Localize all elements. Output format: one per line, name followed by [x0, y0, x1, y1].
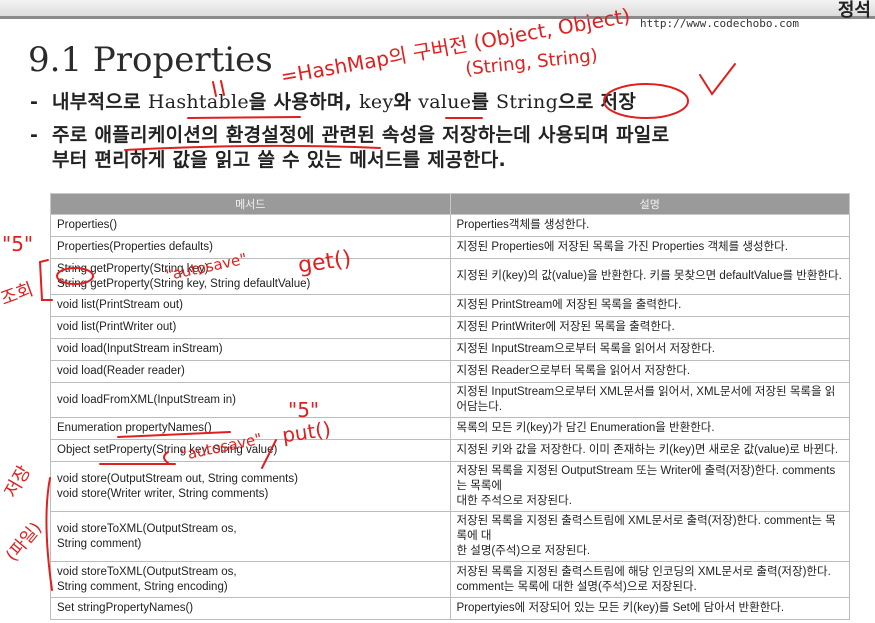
- table-row: Set stringPropertyNames() Propertyies에 저장…: [50, 597, 850, 620]
- corner-title: 정석: [837, 0, 871, 21]
- table-row: Properties(Properties defaults) 지정된 Prope…: [50, 236, 850, 259]
- description-cell: Propertyies에 저장되어 있는 모든 키(key)를 Set에 담아서…: [449, 597, 850, 620]
- bullet-dash: -: [30, 91, 39, 113]
- method-signature: void store(Writer writer, String comment…: [57, 487, 269, 500]
- column-header-method: 메서드: [50, 193, 451, 215]
- table-row: void list(PrintWriter out) 지정된 PrintWrite…: [50, 316, 850, 339]
- method-signature: void loadFromXML(InputStream in): [57, 393, 236, 406]
- table-row: Properties() Properties객체를 생성한다.: [50, 214, 850, 237]
- bullet-text: 주로 애플리케이션의 환경설정에 관련된 속성을 저장하는데 사용되며 파일로: [52, 124, 670, 146]
- table-row: void loadFromXML(InputStream in) 지정된 Inpu…: [50, 382, 850, 418]
- method-description: 지정된 키와 값을 저장한다. 이미 존재하는 키(key)면 새로운 값(va…: [456, 444, 839, 456]
- method-description: comment는 목록에 대한 설명(주석)으로 저장된다.: [456, 580, 697, 593]
- method-signature: Properties(Properties defaults): [57, 241, 213, 253]
- bullet-item: - 주로 애플리케이션의 환경설정에 관련된 속성을 저장하는데 사용되며 파일로…: [30, 123, 875, 173]
- description-cell: Properties객체를 생성한다.: [449, 214, 850, 237]
- method-signature: void load(Reader reader): [57, 365, 185, 377]
- bullet-item: - 내부적으로 Hashtable을 사용하며, key와 value를 Stri…: [30, 90, 875, 115]
- source-url: http://www.codechobo.com: [640, 17, 799, 30]
- description-cell: 지정된 Properties에 저장된 목록을 가진 Properties 객체…: [449, 236, 850, 259]
- bullet-text: 을 사용하며,: [248, 91, 360, 113]
- method-description: 저장된 목록을 지정된 출력스트림에 XML문서로 출력(저장)한다. comm…: [456, 515, 836, 542]
- method-signature: String getProperty(String key, String de…: [57, 277, 311, 290]
- method-signature: void list(PrintWriter out): [57, 321, 177, 333]
- description-cell: 지정된 InputStream으로부터 목록을 읽어서 저장한다.: [449, 338, 850, 361]
- method-description: 목록의 모든 키(key)가 담긴 Enumeration을 반환한다.: [456, 422, 715, 434]
- method-cell: String getProperty(String key) String get…: [50, 258, 451, 295]
- method-signature: void load(InputStream inStream): [57, 343, 223, 355]
- bullet-text: 를: [471, 91, 497, 113]
- description-cell: 지정된 키(key)의 값(value)을 반환한다. 키를 못찾으면 defa…: [449, 258, 850, 295]
- method-description: 지정된 PrintStream에 저장된 목록을 출력한다.: [456, 299, 682, 311]
- method-description: 대한 주석으로 저장된다.: [456, 495, 572, 507]
- handwritten-note: (파일): [2, 518, 47, 566]
- table-header-row: 메서드 설명: [50, 193, 850, 215]
- description-cell: 지정된 PrintStream에 저장된 목록을 출력한다.: [449, 294, 850, 317]
- table-row: void load(InputStream inStream) 지정된 Input…: [50, 338, 850, 361]
- description-cell: 저장된 목록을 지정된 OutputStream 또는 Writer에 출력(저…: [449, 461, 850, 512]
- description-cell: 지정된 InputStream으로부터 XML문서를 읽어서, XML문서에 저…: [449, 382, 850, 418]
- method-description: 저장된 목록을 지정된 OutputStream 또는 Writer에 출력(저…: [456, 465, 836, 492]
- table-row: void store(OutputStream out, String comm…: [50, 461, 850, 512]
- method-signature: String comment): [57, 537, 142, 550]
- handwritten-note: 저장: [0, 462, 36, 502]
- bullet-text: 와: [393, 91, 419, 113]
- bullet-text: 내부적으로: [52, 91, 148, 113]
- table-row: void list(PrintStream out) 지정된 PrintStrea…: [50, 294, 850, 317]
- handwritten-note: "5": [2, 232, 34, 256]
- bullet-text: 으로 저장: [558, 91, 637, 113]
- method-signature: void storeToXML(OutputStream os,: [57, 565, 237, 578]
- key-term: key: [359, 91, 394, 113]
- method-description: Properties객체를 생성한다.: [456, 219, 590, 231]
- table-row: void storeToXML(OutputStream os, String c…: [50, 561, 850, 598]
- table-row: void load(Reader reader) 지정된 Reader으로부터 목…: [50, 360, 850, 383]
- method-signature: void list(PrintStream out): [57, 299, 183, 311]
- method-description: 저장된 목록을 지정된 출력스트림에 해당 인코딩의 XML문서로 출력(저장)…: [456, 565, 831, 578]
- method-cell: Properties(): [50, 214, 451, 237]
- description-cell: 저장된 목록을 지정된 출력스트림에 XML문서로 출력(저장)한다. comm…: [449, 511, 850, 562]
- method-signature: Properties(): [57, 219, 118, 231]
- bullet-text-continued: 부터 편리하게 값을 읽고 쓸 수 있는 메서드를 제공한다.: [52, 149, 506, 171]
- method-description: Propertyies에 저장되어 있는 모든 키(key)를 Set에 담아서…: [456, 602, 785, 614]
- method-signature: void storeToXML(OutputStream os,: [57, 522, 237, 535]
- methods-table: 메서드 설명 Properties() Properties객체를 생성한다. Pr…: [50, 193, 850, 620]
- method-description: 지정된 InputStream으로부터 목록을 읽어서 저장한다.: [456, 343, 715, 355]
- method-cell: Properties(Properties defaults): [50, 236, 451, 259]
- bullet-dash: -: [30, 124, 39, 146]
- method-cell: void load(Reader reader): [50, 360, 451, 383]
- bullet-list: - 내부적으로 Hashtable을 사용하며, key와 value를 Stri…: [30, 90, 875, 173]
- page-title: 9.1 Properties: [28, 40, 273, 80]
- hashtable-term: Hashtable: [147, 91, 249, 113]
- method-cell: Set stringPropertyNames(): [50, 597, 451, 620]
- method-cell: void loadFromXML(InputStream in): [50, 382, 451, 418]
- method-cell: void storeToXML(OutputStream os, String c…: [50, 561, 451, 598]
- value-term: value: [418, 91, 472, 113]
- description-cell: 지정된 키와 값을 저장한다. 이미 존재하는 키(key)면 새로운 값(va…: [449, 439, 850, 462]
- method-cell: void storeToXML(OutputStream os, String c…: [50, 511, 451, 562]
- table-row: Object setProperty(String key, String va…: [50, 439, 850, 462]
- description-cell: 지정된 Reader으로부터 목록을 읽어서 저장한다.: [449, 360, 850, 383]
- handwritten-note: 조회: [0, 278, 37, 310]
- description-cell: 저장된 목록을 지정된 출력스트림에 해당 인코딩의 XML문서로 출력(저장)…: [449, 561, 850, 598]
- description-cell: 목록의 모든 키(key)가 담긴 Enumeration을 반환한다.: [449, 417, 850, 440]
- method-description: 지정된 키(key)의 값(value)을 반환한다. 키를 못찾으면 defa…: [456, 270, 842, 282]
- method-description: 지정된 InputStream으로부터 XML문서를 읽어서, XML문서에 저…: [456, 386, 836, 413]
- method-signature: String comment, String encoding): [57, 580, 228, 593]
- method-description: 한 설명(주석)으로 저장된다.: [456, 545, 591, 557]
- method-cell: void list(PrintWriter out): [50, 316, 451, 339]
- method-description: 지정된 PrintWriter에 저장된 목록을 출력한다.: [456, 321, 675, 333]
- method-cell: void list(PrintStream out): [50, 294, 451, 317]
- string-term: String: [496, 91, 559, 113]
- method-description: 지정된 Properties에 저장된 목록을 가진 Properties 객체…: [456, 241, 788, 253]
- method-cell: void store(OutputStream out, String comm…: [50, 461, 451, 512]
- method-signature: Set stringPropertyNames(): [57, 602, 194, 614]
- method-signature: String getProperty(String key): [57, 262, 209, 275]
- method-description: 지정된 Reader으로부터 목록을 읽어서 저장한다.: [456, 365, 691, 377]
- description-cell: 지정된 PrintWriter에 저장된 목록을 출력한다.: [449, 316, 850, 339]
- table-row: Enumeration propertyNames() 목록의 모든 키(key)…: [50, 417, 850, 440]
- column-header-description: 설명: [449, 193, 850, 215]
- method-signature: void store(OutputStream out, String comm…: [57, 472, 298, 485]
- table-row: void storeToXML(OutputStream os, String c…: [50, 511, 850, 562]
- method-cell: void load(InputStream inStream): [50, 338, 451, 361]
